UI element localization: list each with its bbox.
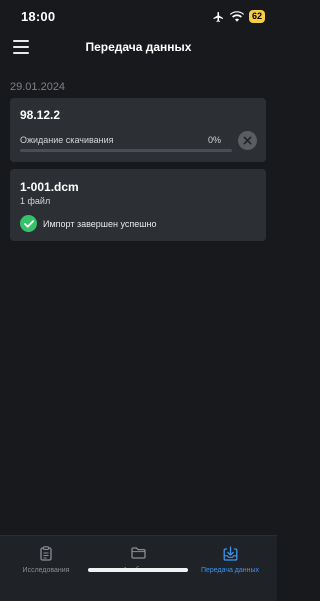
tab-studies[interactable]: Исследования bbox=[0, 544, 92, 584]
download-tray-icon bbox=[223, 544, 238, 562]
navigation-bar: Передача данных bbox=[0, 34, 277, 60]
transfer-name: 1-001.dcm bbox=[20, 180, 79, 194]
file-count: 1 файл bbox=[20, 196, 51, 206]
tab-data-transfer[interactable]: Передача данных bbox=[184, 544, 276, 584]
close-icon bbox=[243, 136, 252, 145]
transfer-card-completed[interactable]: 1-001.dcm 1 файл Импорт завершен успешно bbox=[10, 169, 266, 241]
battery-icon: 62 bbox=[248, 10, 265, 23]
tab-albums[interactable]: Альбомы bbox=[92, 544, 184, 584]
tab-label: Исследования bbox=[22, 567, 70, 574]
clipboard-icon bbox=[40, 544, 52, 562]
status-time: 18:00 bbox=[21, 9, 56, 24]
wifi-icon bbox=[229, 11, 244, 22]
transfer-name: 98.12.2 bbox=[20, 108, 61, 122]
transfer-status: Ожидание скачивания bbox=[20, 135, 114, 145]
airplane-icon bbox=[212, 11, 225, 23]
status-bar: 18:00 62 bbox=[0, 0, 277, 34]
transfer-status: Импорт завершен успешно bbox=[43, 218, 157, 229]
status-icons: 62 bbox=[212, 10, 265, 23]
transfer-card-pending[interactable]: 98.12.2 Ожидание скачивания 0% bbox=[10, 98, 266, 162]
page-title: Передача данных bbox=[85, 40, 192, 54]
check-icon bbox=[20, 215, 37, 232]
progress-bar bbox=[20, 149, 232, 152]
transfer-status-row: Импорт завершен успешно bbox=[20, 215, 156, 232]
tab-label: Передача данных bbox=[200, 567, 260, 574]
progress-percent: 0% bbox=[208, 135, 222, 145]
folder-icon bbox=[130, 544, 146, 562]
date-group-header: 29.01.2024 bbox=[10, 81, 66, 93]
home-indicator[interactable] bbox=[88, 568, 188, 572]
cancel-transfer-button[interactable] bbox=[238, 131, 257, 150]
